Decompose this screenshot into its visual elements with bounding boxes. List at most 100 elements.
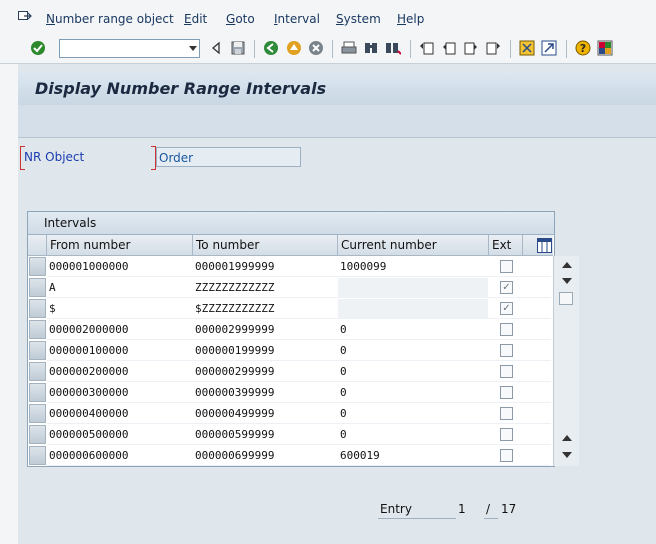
cell-current-number: 600019	[340, 449, 380, 462]
row-selector[interactable]	[29, 257, 46, 276]
cell-from-number: 000000400000	[49, 407, 129, 420]
nr-object-field[interactable]: Order	[156, 147, 301, 167]
cell-to-number: 000001999999	[195, 260, 275, 273]
menu-arrow-icon[interactable]	[18, 11, 32, 23]
new-session-icon[interactable]	[519, 40, 535, 56]
exit-icon[interactable]	[286, 40, 302, 56]
ext-checkbox[interactable]	[500, 449, 513, 462]
ext-checkbox[interactable]	[500, 428, 513, 441]
row-selector[interactable]	[29, 320, 46, 339]
menu-number-range-object[interactable]: Number range object	[46, 12, 174, 26]
menu-label-rest: ystem	[343, 12, 381, 26]
column-header-from[interactable]: From number	[47, 235, 193, 256]
application-toolbar	[18, 105, 656, 138]
menu-accelerator: N	[46, 12, 55, 26]
scroll-page-down-icon[interactable]	[562, 452, 572, 458]
last-page-icon[interactable]	[485, 40, 501, 56]
column-header-to[interactable]: To number	[193, 235, 338, 256]
help-icon[interactable]: ?	[575, 40, 591, 56]
cell-from-number: 000001000000	[49, 260, 129, 273]
row-selector[interactable]	[29, 278, 46, 297]
first-page-icon[interactable]	[419, 40, 435, 56]
save-icon[interactable]	[230, 40, 246, 56]
cell-from-number: A	[49, 281, 56, 294]
cell-to-number: 000000399999	[195, 386, 275, 399]
menu-system[interactable]: System	[336, 12, 381, 26]
cell-from-number: 000000300000	[49, 386, 129, 399]
ext-checkbox[interactable]: ✓	[500, 281, 513, 294]
cell-to-number: 000000599999	[195, 428, 275, 441]
scroll-thumb[interactable]	[559, 292, 573, 305]
ext-checkbox[interactable]	[500, 260, 513, 273]
layout-icon[interactable]	[597, 40, 613, 56]
find-icon[interactable]	[363, 40, 379, 56]
cell-current-number: 0	[340, 386, 347, 399]
command-field[interactable]	[59, 39, 200, 58]
row-selector[interactable]	[29, 383, 46, 402]
shortcut-icon[interactable]	[541, 40, 557, 56]
ext-checkbox[interactable]: ✓	[500, 302, 513, 315]
find-next-icon[interactable]	[385, 40, 401, 56]
column-header-current[interactable]: Current number	[338, 235, 489, 256]
scroll-down-icon[interactable]	[562, 278, 572, 284]
menu-accelerator: H	[397, 12, 407, 26]
cell-from-number: 000002000000	[49, 323, 129, 336]
prev-page-icon[interactable]	[441, 40, 457, 56]
nr-object-label-text: NR Object	[24, 150, 85, 164]
table-settings-icon[interactable]	[537, 238, 552, 253]
menu-help[interactable]: Help	[397, 12, 424, 26]
cell-to-number: 000002999999	[195, 323, 275, 336]
row-selector[interactable]	[29, 425, 46, 444]
cell-current-number: 0	[340, 407, 347, 420]
ext-checkbox[interactable]	[500, 344, 513, 357]
nr-object-label: NR Object	[20, 146, 156, 170]
cell-from-number: 000000600000	[49, 449, 129, 462]
menu-accelerator: G	[226, 12, 236, 26]
next-page-icon[interactable]	[463, 40, 479, 56]
cell-from-number: 000000100000	[49, 344, 129, 357]
cell-to-number: 000000199999	[195, 344, 275, 357]
row-selector[interactable]	[29, 341, 46, 360]
system-toolbar: ?	[0, 36, 656, 64]
entry-field[interactable]: 1	[458, 502, 466, 516]
table-vertical-scrollbar[interactable]	[553, 256, 579, 466]
menu-accelerator: E	[184, 12, 192, 26]
entry-separator-underline	[484, 518, 498, 519]
select-all-header[interactable]	[28, 235, 47, 256]
menu-bar: Number range object Edit Goto Interval Syste…	[0, 0, 656, 36]
cell-current-number	[338, 298, 489, 319]
row-selector[interactable]	[29, 299, 46, 318]
left-border	[0, 64, 18, 544]
cell-to-number: 000000699999	[195, 449, 275, 462]
enter-icon[interactable]	[30, 40, 46, 56]
menu-interval[interactable]: Interval	[274, 12, 320, 26]
column-header-ext[interactable]: Ext	[489, 235, 523, 256]
title-bar: Display Number Range Intervals	[18, 72, 656, 105]
menu-label-rest: oto	[235, 12, 255, 26]
menu-edit[interactable]: Edit	[184, 12, 207, 26]
chevron-down-icon[interactable]	[189, 46, 197, 51]
cell-from-number: 000000500000	[49, 428, 129, 441]
cell-from-number: $	[49, 302, 56, 315]
ext-checkbox[interactable]	[500, 365, 513, 378]
row-selector[interactable]	[29, 446, 46, 465]
cancel-icon[interactable]	[308, 40, 324, 56]
cell-to-number: ZZZZZZZZZZZZ	[195, 281, 275, 294]
entry-total: 17	[501, 502, 517, 516]
table-title: Intervals	[28, 212, 554, 235]
menu-goto[interactable]: Goto	[226, 12, 255, 26]
cell-current-number: 0	[340, 428, 347, 441]
back-green-icon[interactable]	[263, 40, 279, 56]
scroll-page-up-icon[interactable]	[562, 435, 572, 441]
ext-checkbox[interactable]	[500, 386, 513, 399]
ext-checkbox[interactable]	[500, 323, 513, 336]
page-title: Display Number Range Intervals	[35, 79, 327, 98]
scroll-up-icon[interactable]	[562, 262, 572, 268]
print-icon[interactable]	[341, 40, 357, 56]
row-selector[interactable]	[29, 362, 46, 381]
menu-label-rest: nterval	[277, 12, 320, 26]
ext-checkbox[interactable]	[500, 407, 513, 420]
back-icon[interactable]	[208, 40, 224, 56]
menu-accelerator: S	[336, 12, 344, 26]
row-selector[interactable]	[29, 404, 46, 423]
